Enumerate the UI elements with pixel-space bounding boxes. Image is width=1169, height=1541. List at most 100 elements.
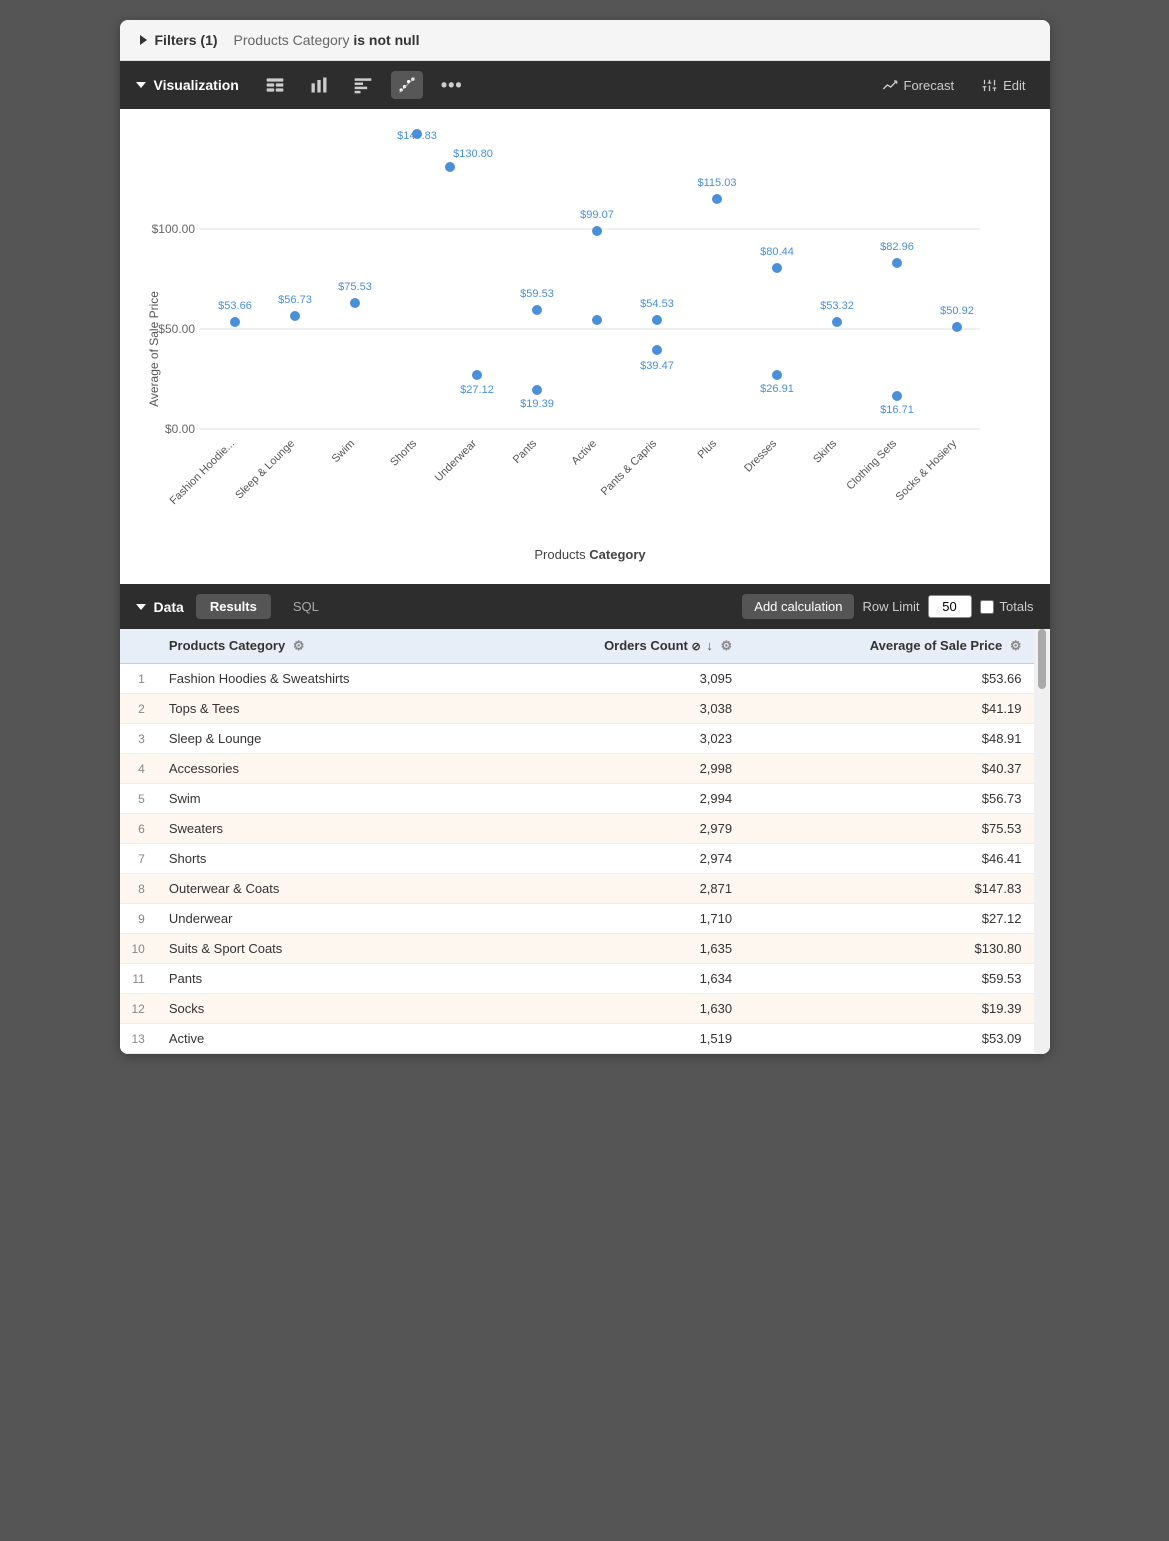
viz-label-text: Visualization (154, 77, 239, 93)
totals-checkbox[interactable] (980, 600, 994, 614)
cell-avg-price: $147.83 (744, 874, 1033, 904)
table-row: 12 Socks 1,630 $19.39 (120, 994, 1050, 1024)
sort-desc-icon[interactable]: ↓ (706, 638, 713, 653)
table-row: 5 Swim 2,994 $56.73 (120, 784, 1050, 814)
viz-toolbar: Visualization ••• Forecast (120, 61, 1050, 109)
tab-sql[interactable]: SQL (279, 594, 333, 619)
cell-rownum: 9 (120, 904, 157, 934)
svg-text:Skirts: Skirts (811, 437, 839, 465)
table-row: 1 Fashion Hoodies & Sweatshirts 3,095 $5… (120, 664, 1050, 694)
cell-category: Outerwear & Coats (157, 874, 494, 904)
add-calculation-btn[interactable]: Add calculation (742, 594, 854, 619)
svg-text:Underwear: Underwear (432, 437, 479, 484)
table-row: 2 Tops & Tees 3,038 $41.19 (120, 694, 1050, 724)
viz-bar-icon-btn[interactable] (303, 71, 335, 99)
cell-orders-count: 3,095 (494, 664, 744, 694)
cell-category: Suits & Sport Coats (157, 934, 494, 964)
cell-category: Underwear (157, 904, 494, 934)
cell-rownum: 6 (120, 814, 157, 844)
avg-price-gear-icon[interactable]: ⚙ (1010, 638, 1022, 653)
table-row: 8 Outerwear & Coats 2,871 $147.83 (120, 874, 1050, 904)
cell-orders-count: 2,979 (494, 814, 744, 844)
category-gear-icon[interactable]: ⚙ (293, 638, 305, 653)
svg-text:$100.00: $100.00 (151, 222, 195, 236)
svg-text:Pants & Capris: Pants & Capris (598, 437, 659, 498)
viz-scatter-icon-btn[interactable] (391, 71, 423, 99)
cell-category: Swim (157, 784, 494, 814)
cell-rownum: 10 (120, 934, 157, 964)
table-row: 11 Pants 1,634 $59.53 (120, 964, 1050, 994)
viz-more-btn[interactable]: ••• (435, 75, 469, 96)
row-limit-input[interactable] (928, 595, 972, 618)
pivot-icon (353, 75, 373, 95)
orders-gear-icon[interactable]: ⚙ (720, 638, 732, 653)
data-label-text: Data (154, 599, 184, 615)
svg-text:Active: Active (569, 438, 599, 468)
table-row: 10 Suits & Sport Coats 1,635 $130.80 (120, 934, 1050, 964)
cell-rownum: 1 (120, 664, 157, 694)
cell-orders-count: 1,519 (494, 1024, 744, 1054)
svg-text:Sleep & Lounge: Sleep & Lounge (233, 438, 297, 502)
cell-rownum: 7 (120, 844, 157, 874)
cell-rownum: 4 (120, 754, 157, 784)
table-row: 7 Shorts 2,974 $46.41 (120, 844, 1050, 874)
table-row: 4 Accessories 2,998 $40.37 (120, 754, 1050, 784)
scatter-icon (397, 75, 417, 95)
svg-text:Socks & Hosiery: Socks & Hosiery (893, 437, 959, 503)
cell-rownum: 8 (120, 874, 157, 904)
data-arrow-icon (136, 604, 146, 610)
data-label[interactable]: Data (136, 599, 184, 615)
table-row: 6 Sweaters 2,979 $75.53 (120, 814, 1050, 844)
svg-text:$75.53: $75.53 (338, 281, 372, 293)
svg-text:$50.92: $50.92 (940, 305, 974, 317)
cell-rownum: 13 (120, 1024, 157, 1054)
col-rownum (120, 629, 157, 664)
cell-avg-price: $41.19 (744, 694, 1033, 724)
viz-arrow-icon (136, 82, 146, 88)
cell-category: Tops & Tees (157, 694, 494, 724)
cell-orders-count: 2,998 (494, 754, 744, 784)
cell-avg-price: $19.39 (744, 994, 1033, 1024)
cell-orders-count: 2,974 (494, 844, 744, 874)
row-limit-label: Row Limit (862, 599, 919, 614)
edit-icon (982, 78, 997, 93)
filters-toggle[interactable]: Filters (1) (140, 32, 218, 48)
forecast-icon (882, 77, 898, 93)
cell-avg-price: $130.80 (744, 934, 1033, 964)
svg-text:$0.00: $0.00 (164, 422, 194, 436)
filter-icon: ⊘ (691, 641, 700, 653)
cell-orders-count: 1,634 (494, 964, 744, 994)
svg-text:$26.91: $26.91 (760, 383, 794, 395)
chart-container: Average of Sale Price $100.00 $50.00 $0.… (140, 129, 1030, 574)
viz-table-icon-btn[interactable] (259, 71, 291, 99)
svg-text:$39.47: $39.47 (640, 360, 674, 372)
col-orders-count: Orders Count ⊘ ↓ ⚙ (494, 629, 744, 664)
cell-rownum: 2 (120, 694, 157, 724)
svg-text:$99.07: $99.07 (580, 209, 614, 221)
svg-text:$115.03: $115.03 (697, 177, 736, 189)
cell-rownum: 3 (120, 724, 157, 754)
cell-avg-price: $46.41 (744, 844, 1033, 874)
tab-results[interactable]: Results (196, 594, 271, 619)
scrollbar[interactable] (1034, 629, 1050, 1054)
viz-label[interactable]: Visualization (136, 77, 239, 93)
viz-pivot-icon-btn[interactable] (347, 71, 379, 99)
cell-category: Sweaters (157, 814, 494, 844)
svg-text:$82.96: $82.96 (880, 241, 914, 253)
cell-avg-price: $27.12 (744, 904, 1033, 934)
results-table: Products Category ⚙ Orders Count ⊘ ↓ ⚙ A… (120, 629, 1050, 1054)
cell-avg-price: $48.91 (744, 724, 1033, 754)
svg-text:Swim: Swim (329, 438, 356, 465)
bar-chart-icon (309, 75, 329, 95)
cell-avg-price: $59.53 (744, 964, 1033, 994)
cell-orders-count: 3,038 (494, 694, 744, 724)
cell-orders-count: 1,630 (494, 994, 744, 1024)
cell-avg-price: $56.73 (744, 784, 1033, 814)
filters-label: Filters (1) (155, 32, 218, 48)
cell-rownum: 12 (120, 994, 157, 1024)
svg-text:$27.12: $27.12 (460, 384, 494, 396)
forecast-btn[interactable]: Forecast (874, 73, 963, 97)
scatter-chart-svg: Average of Sale Price $100.00 $50.00 $0.… (140, 129, 1030, 569)
svg-text:Clothing Sets: Clothing Sets (844, 437, 899, 492)
edit-btn[interactable]: Edit (974, 74, 1033, 97)
